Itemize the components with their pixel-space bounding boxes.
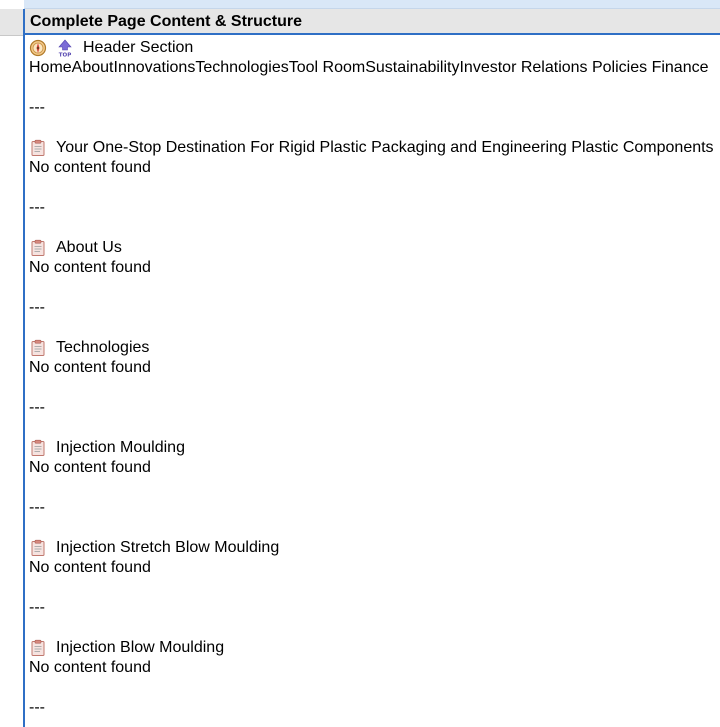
row-gutter (0, 9, 23, 727)
section-body: No content found (29, 359, 151, 376)
clipboard-icon (29, 539, 47, 557)
clipboard-icon (29, 439, 47, 457)
section: Injection Blow Moulding No content found… (29, 638, 720, 718)
clipboard-icon (29, 239, 47, 257)
separator: --- (29, 599, 45, 616)
gutter-header (0, 9, 23, 36)
section-body: No content found (29, 159, 151, 176)
header-section-title: Header Section (83, 39, 194, 56)
active-column-border (23, 9, 25, 727)
clipboard-icon (29, 139, 47, 157)
top-arrow-icon: TOP (56, 39, 74, 57)
separator: --- (29, 399, 45, 416)
section-title: About Us (56, 239, 122, 256)
section-title: Injection Blow Moulding (56, 639, 225, 656)
section-body: No content found (29, 259, 151, 276)
separator: --- (29, 699, 45, 716)
separator: --- (29, 99, 45, 116)
clipboard-icon (29, 639, 47, 657)
top-strip (0, 0, 720, 9)
section: Your One-Stop Destination For Rigid Plas… (29, 138, 720, 238)
section-body: No content found (29, 659, 151, 676)
section-title: Injection Stretch Blow Moulding (56, 539, 280, 556)
section: Injection Stretch Blow Moulding No conte… (29, 538, 720, 638)
selected-row-strip (24, 0, 720, 9)
section-title: Technologies (56, 339, 150, 356)
svg-text:TOP: TOP (59, 53, 71, 58)
column-header[interactable]: Complete Page Content & Structure (25, 9, 720, 35)
header-section-heading: TOP Header Section (29, 38, 720, 58)
clipboard-icon (29, 339, 47, 357)
section-title: Injection Moulding (56, 439, 185, 456)
section-body: No content found (29, 559, 151, 576)
section-list: Your One-Stop Destination For Rigid Plas… (29, 138, 720, 718)
section: About Us No content found --- (29, 238, 720, 338)
section-body: No content found (29, 459, 151, 476)
separator: --- (29, 199, 45, 216)
column-header-label: Complete Page Content & Structure (30, 13, 303, 30)
section-title: Your One-Stop Destination For Rigid Plas… (56, 139, 714, 156)
separator: --- (29, 299, 45, 316)
nav-links-text: HomeAboutInnovationsTechnologiesTool Roo… (29, 59, 709, 76)
cell-content[interactable]: TOP Header Section HomeAboutInnovationsT… (29, 38, 720, 718)
section: Injection Moulding No content found --- (29, 438, 720, 538)
separator: --- (29, 499, 45, 516)
compass-icon (29, 39, 47, 57)
section: Technologies No content found --- (29, 338, 720, 438)
